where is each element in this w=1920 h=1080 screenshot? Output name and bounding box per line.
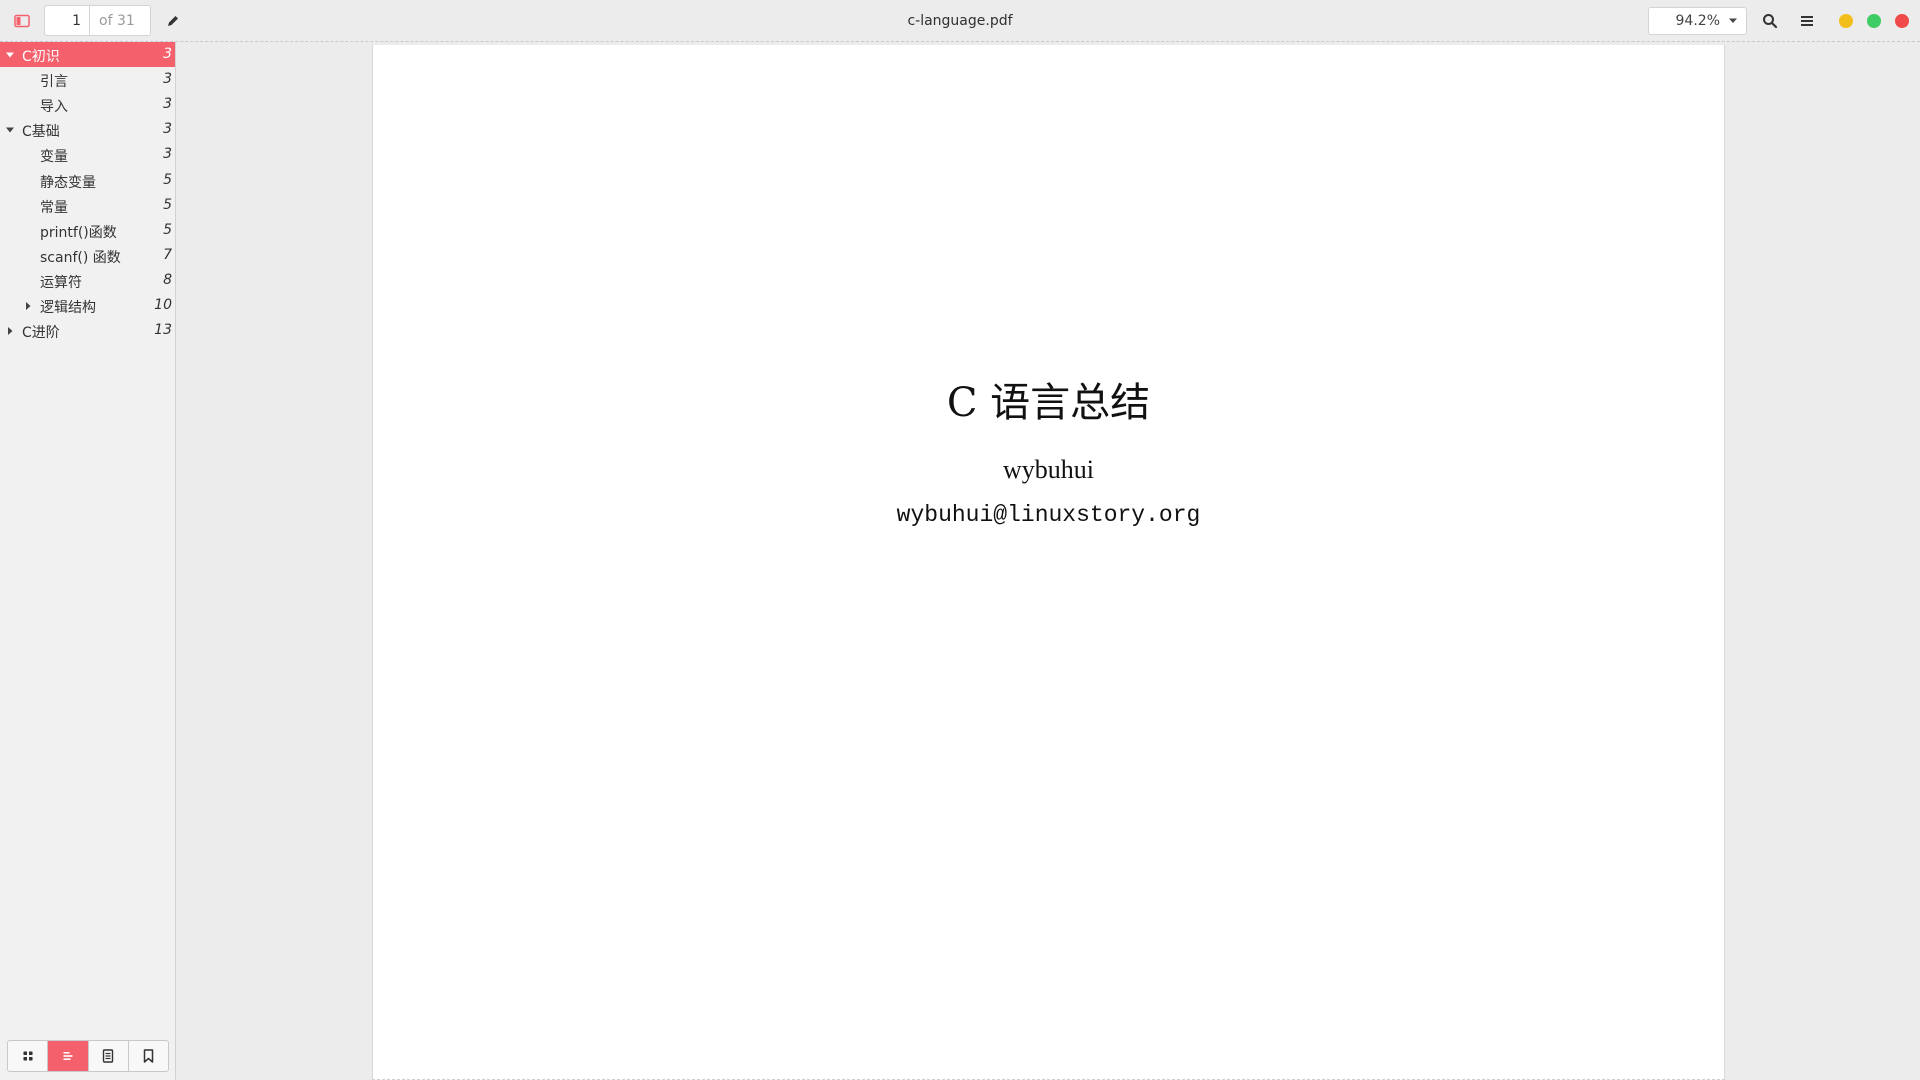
outline-item-page: 3 [163, 121, 172, 138]
outline-item[interactable]: 引言 3 [0, 67, 175, 92]
sidebar: C初识 3 引言 3 导入 3 C基础 3 变量 3 静态变量 5 常量 5 printf()函数 5 scan… [0, 42, 176, 1080]
pdf-title: C 语言总结 [946, 380, 1151, 426]
outline-item[interactable]: 静态变量 5 [0, 168, 175, 193]
pencil-icon[interactable] [161, 9, 185, 33]
outline-icon [63, 1052, 73, 1060]
pdf-author: wybuhui [1003, 455, 1094, 484]
outline-item[interactable]: 变量 3 [0, 142, 175, 167]
sidebar-tab-bar [7, 1040, 169, 1072]
page-navigator: of 31 [44, 5, 151, 36]
tab-outline[interactable] [48, 1041, 89, 1071]
sidebar-toggle-icon[interactable] [10, 9, 34, 33]
document-viewport[interactable]: C 语言总结 wybuhui wybuhui@linuxstory.org [176, 42, 1920, 1080]
hamburger-menu-icon[interactable] [1795, 9, 1819, 33]
caret-down-icon[interactable] [5, 50, 15, 60]
chevron-down-icon [1729, 18, 1737, 23]
outline-item-page: 5 [163, 196, 172, 213]
tab-annotations[interactable] [89, 1041, 129, 1071]
caret-right-icon[interactable] [5, 326, 15, 336]
outline-item-label: 导入 [40, 99, 68, 116]
outline-item-page: 10 [154, 297, 172, 313]
outline-item-page: 7 [163, 246, 172, 263]
outline-item-page: 3 [163, 96, 172, 113]
outline-item-label: C初识 [22, 49, 60, 65]
close-button[interactable] [1895, 14, 1909, 28]
tab-bookmarks[interactable] [129, 1041, 168, 1071]
outline-item[interactable]: scanf() 函数 7 [0, 243, 175, 268]
minimize-button[interactable] [1839, 14, 1853, 28]
bookmarks-icon [143, 1049, 154, 1063]
outline-item[interactable]: C进阶 13 [0, 318, 175, 343]
outline-item-label: 引言 [40, 74, 68, 91]
outline-item-page: 13 [154, 322, 172, 339]
outline-item-page: 3 [163, 71, 172, 88]
annotations-icon [102, 1049, 114, 1063]
pdf-page: C 语言总结 wybuhui wybuhui@linuxstory.org [372, 45, 1725, 1080]
outline-item[interactable]: C初识 3 [0, 42, 175, 67]
page-number-input[interactable] [45, 6, 90, 35]
outline-item-page: 5 [163, 171, 172, 188]
document-title: c-language.pdf [907, 13, 1013, 29]
outline-item-label: 变量 [40, 149, 68, 166]
pdf-email: wybuhui@linuxstory.org [896, 502, 1201, 528]
outline-item-label: 运算符 [40, 274, 82, 291]
caret-right-icon[interactable] [23, 301, 33, 311]
maximize-button[interactable] [1867, 14, 1881, 28]
outline-item[interactable]: 逻辑结构 10 [0, 293, 175, 318]
header-bar: of 31 c-language.pdf 94.2% [0, 0, 1920, 42]
outline-item-page: 3 [163, 146, 172, 163]
caret-down-icon[interactable] [5, 125, 15, 135]
outline-item-label: C进阶 [22, 325, 60, 342]
outline-item[interactable]: 常量 5 [0, 193, 175, 218]
outline-item-label: scanf() 函数 [40, 249, 121, 266]
outline-item-page: 5 [163, 221, 172, 238]
outline-item[interactable]: 导入 3 [0, 92, 175, 117]
tab-thumbnails[interactable] [8, 1041, 49, 1071]
zoom-select[interactable]: 94.2% [1648, 7, 1747, 35]
outline-item[interactable]: 运算符 8 [0, 268, 175, 293]
outline-item-page: 8 [163, 271, 172, 288]
outline-item-page: 3 [163, 46, 172, 62]
outline-item-label: C基础 [22, 124, 60, 141]
search-icon[interactable] [1758, 9, 1782, 33]
outline-item-label: printf()函数 [40, 224, 117, 241]
page-total-label: of 31 [99, 12, 135, 29]
outline-item-label: 静态变量 [40, 174, 96, 191]
zoom-value: 94.2% [1675, 13, 1720, 29]
outline-item-label: 常量 [40, 199, 68, 216]
outline-item[interactable]: C基础 3 [0, 117, 175, 142]
thumbnails-icon [23, 1051, 33, 1061]
outline-item[interactable]: printf()函数 5 [0, 218, 175, 243]
outline-item-label: 逻辑结构 [40, 300, 96, 316]
